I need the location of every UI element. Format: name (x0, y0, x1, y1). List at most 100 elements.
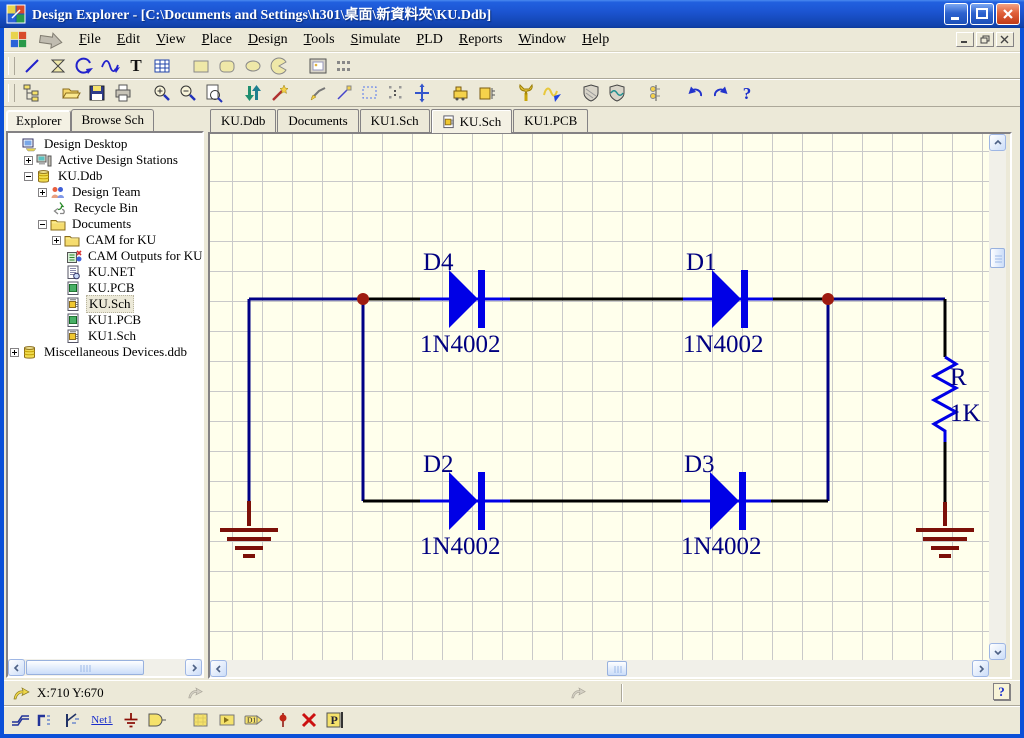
sheet-entry-tool-button[interactable] (214, 709, 240, 732)
print-button[interactable] (110, 82, 136, 105)
deselect-button[interactable] (383, 82, 409, 105)
array-tool-button[interactable] (331, 54, 357, 77)
horizontal-scrollbar[interactable] (210, 660, 989, 677)
scroll-down-button[interactable] (989, 643, 1006, 660)
tree-item-design-desktop[interactable]: Design Desktop (10, 136, 202, 152)
junction-dot[interactable] (822, 293, 834, 305)
title-bar[interactable]: Design Explorer - [C:\Documents and Sett… (0, 0, 1024, 28)
shield-wave-button[interactable] (604, 82, 630, 105)
zoom-document-button[interactable] (201, 82, 227, 105)
tree-item-ku-ddb[interactable]: KU.Ddb (10, 168, 202, 184)
help-button[interactable]: ? (734, 82, 760, 105)
collapse-box[interactable] (24, 172, 33, 181)
tree-item-ku-sch[interactable]: KU.Sch (10, 296, 202, 312)
close-button[interactable] (996, 3, 1020, 25)
pie-tool-button[interactable] (266, 54, 292, 77)
mdi-minimize-button[interactable] (956, 32, 974, 47)
drag-button[interactable] (331, 82, 357, 105)
doc-tab-ku1-pcb[interactable]: KU1.PCB (513, 109, 588, 132)
table-tool-button[interactable] (149, 54, 175, 77)
arc-tool-button[interactable] (71, 54, 97, 77)
no-erc-tool-button[interactable] (296, 709, 322, 732)
redo-button[interactable] (708, 82, 734, 105)
tree-item-miscellaneous-devices[interactable]: Miscellaneous Devices.ddb (10, 344, 202, 360)
junction-dot[interactable] (357, 293, 369, 305)
rounded-rectangle-tool-button[interactable] (214, 54, 240, 77)
toolbar-grip[interactable] (8, 57, 15, 75)
polygon-tool-button[interactable] (45, 54, 71, 77)
mdi-close-button[interactable] (996, 32, 1014, 47)
expand-box[interactable] (24, 156, 33, 165)
schematic-canvas[interactable]: D4 1N4002 D1 1N4002 (210, 134, 989, 660)
scroll-thumb[interactable] (26, 660, 144, 675)
bus-entry-tool-button[interactable] (60, 709, 86, 732)
menu-window[interactable]: Window (510, 31, 574, 49)
doc-tab-ku1-sch[interactable]: KU1.Sch (360, 109, 430, 132)
menu-pld[interactable]: PLD (408, 31, 450, 49)
maximize-button[interactable] (970, 3, 994, 25)
tree-item-recycle-bin[interactable]: Recycle Bin (10, 200, 202, 216)
scroll-left-button[interactable] (8, 659, 25, 676)
wire-tool-button[interactable] (8, 709, 34, 732)
line-tool-button[interactable] (19, 54, 45, 77)
shield-button[interactable] (578, 82, 604, 105)
zoom-out-button[interactable] (175, 82, 201, 105)
ellipse-tool-button[interactable] (240, 54, 266, 77)
menu-simulate[interactable]: Simulate (343, 31, 409, 49)
menu-tools[interactable]: Tools (296, 31, 343, 49)
net-label-tool-button[interactable]: Net1 (86, 709, 118, 732)
image-tool-button[interactable] (305, 54, 331, 77)
open-document-button[interactable] (58, 82, 84, 105)
menu-edit[interactable]: Edit (109, 31, 148, 49)
context-help-button[interactable]: ? (993, 683, 1010, 700)
doc-tab-ku-sch[interactable]: KU.Sch (431, 109, 513, 133)
library-manager-button[interactable] (474, 82, 500, 105)
scroll-right-button[interactable] (972, 660, 989, 677)
scroll-left-button[interactable] (210, 660, 227, 677)
menu-reports[interactable]: Reports (451, 31, 511, 49)
menu-drop-arrow-icon[interactable] (37, 31, 65, 49)
port-tool-button[interactable]: D1 (240, 709, 270, 732)
tree-item-ku1-sch[interactable]: KU1.Sch (10, 328, 202, 344)
doc-tab-documents[interactable]: Documents (277, 109, 358, 132)
collapse-box[interactable] (38, 220, 47, 229)
sine-wave-tool-button[interactable] (97, 54, 123, 77)
text-tool-button[interactable]: T (123, 54, 149, 77)
pcb-rule-tool-button[interactable]: P (322, 709, 348, 732)
tree-item-design-team[interactable]: Design Team (10, 184, 202, 200)
expand-box[interactable] (10, 348, 19, 357)
tab-explorer[interactable]: Explorer (6, 110, 71, 132)
toolbar-grip[interactable] (8, 84, 15, 102)
scroll-up-button[interactable] (989, 134, 1006, 151)
tree-item-ku-pcb[interactable]: KU.PCB (10, 280, 202, 296)
scroll-thumb[interactable] (607, 661, 627, 676)
expand-box[interactable] (38, 188, 47, 197)
part-placer-button[interactable] (448, 82, 474, 105)
explorer-toggle-button[interactable] (19, 82, 45, 105)
scroll-thumb[interactable] (990, 248, 1005, 268)
import-export-button[interactable] (240, 82, 266, 105)
save-button[interactable] (84, 82, 110, 105)
menu-view[interactable]: View (148, 31, 194, 49)
bus-tool-button[interactable] (34, 709, 60, 732)
zoom-in-button[interactable] (149, 82, 175, 105)
tree-item-documents[interactable]: Documents (10, 216, 202, 232)
menu-file[interactable]: File (71, 31, 109, 49)
junction-tool-button[interactable] (270, 709, 296, 732)
select-area-button[interactable] (357, 82, 383, 105)
wrench-button[interactable] (513, 82, 539, 105)
menu-design[interactable]: Design (240, 31, 296, 49)
tab-browse-sch[interactable]: Browse Sch (71, 109, 153, 131)
menu-help[interactable]: Help (574, 31, 617, 49)
tree-item-active-design-stations[interactable]: Active Design Stations (10, 152, 202, 168)
tree-item-ku1-pcb[interactable]: KU1.PCB (10, 312, 202, 328)
run-simulation-button[interactable] (539, 82, 565, 105)
app-icon-small[interactable] (10, 31, 27, 48)
menu-place[interactable]: Place (194, 31, 240, 49)
expand-box[interactable] (52, 236, 61, 245)
vertical-scrollbar[interactable] (989, 134, 1006, 660)
wire-cutter-button[interactable] (305, 82, 331, 105)
power-port-tool-button[interactable] (118, 709, 144, 732)
minimize-button[interactable] (944, 3, 968, 25)
rectangle-tool-button[interactable] (188, 54, 214, 77)
